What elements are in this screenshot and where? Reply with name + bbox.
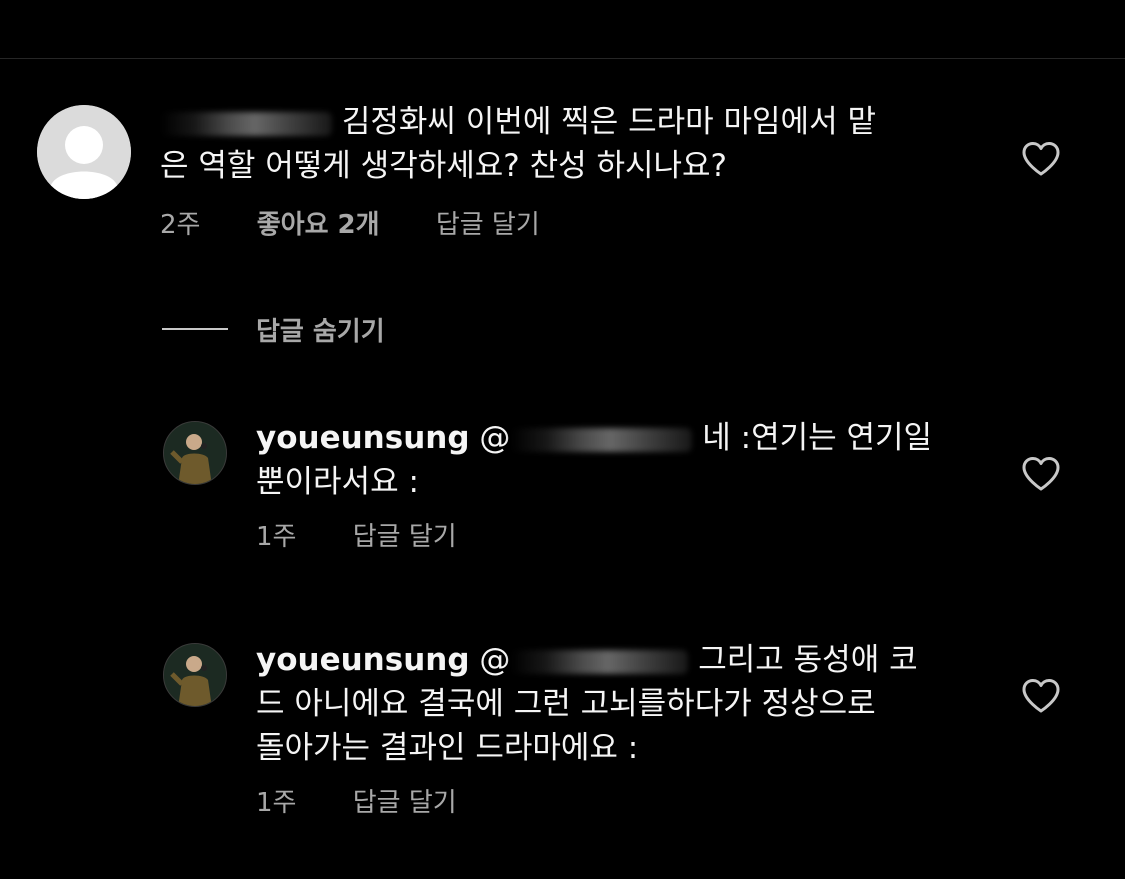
heart-outline-icon[interactable] — [1021, 678, 1061, 714]
profile-photo-icon[interactable] — [163, 643, 227, 707]
reply-time: 1주 — [256, 522, 297, 552]
reply-body: youeunsung @ 네 :연기는 연기일 — [256, 416, 932, 460]
comment-time: 2주 — [160, 210, 201, 240]
reply-time: 1주 — [256, 788, 297, 818]
reply-text-line2: 뿐이라서요 : — [256, 464, 419, 500]
comment-meta: 2주 좋아요 2개 답글 달기 — [160, 210, 588, 240]
obscured-mention[interactable] — [510, 649, 689, 674]
reply-text-line1: 그리고 동성애 코 — [698, 642, 918, 678]
reply-text-line3: 돌아가는 결과인 드라마에요 : — [256, 730, 639, 766]
comment-text-line1: 김정화씨 이번에 찍은 드라마 마임에서 맡 — [341, 104, 876, 140]
profile-photo-icon[interactable] — [163, 421, 227, 485]
obscured-username[interactable] — [160, 111, 332, 136]
heart-outline-icon[interactable] — [1021, 141, 1061, 177]
obscured-mention[interactable] — [510, 427, 693, 452]
top-divider — [0, 58, 1125, 59]
default-profile-icon[interactable] — [37, 105, 131, 199]
comment-likes[interactable]: 좋아요 2개 — [257, 210, 380, 240]
reply-button[interactable]: 답글 달기 — [436, 210, 540, 240]
reply-username[interactable]: youeunsung — [256, 642, 470, 678]
reply-button[interactable]: 답글 달기 — [353, 522, 457, 552]
reply-body: youeunsung @ 그리고 동성애 코 — [256, 638, 918, 682]
comment-body: 김정화씨 이번에 찍은 드라마 마임에서 맡 — [160, 100, 876, 144]
reply-username[interactable]: youeunsung — [256, 420, 470, 456]
reply-button[interactable]: 답글 달기 — [353, 788, 457, 818]
hide-replies-label[interactable]: 답글 숨기기 — [256, 311, 385, 348]
mention-prefix[interactable]: @ — [479, 642, 510, 678]
reply-text-line1: 네 :연기는 연기일 — [702, 420, 933, 456]
reply-text-line2: 드 아니에요 결국에 그런 고뇌를하다가 정상으로 — [256, 686, 876, 722]
heart-outline-icon[interactable] — [1021, 456, 1061, 492]
mention-prefix[interactable]: @ — [479, 420, 510, 456]
hide-replies-toggle[interactable]: 답글 숨기기 — [162, 311, 385, 348]
reply-meta: 1주 답글 달기 — [256, 522, 505, 552]
comment-text-line2: 은 역할 어떻게 생각하세요? 찬성 하시나요? — [160, 148, 728, 184]
hide-replies-line — [162, 328, 228, 330]
reply-meta: 1주 답글 달기 — [256, 788, 505, 818]
